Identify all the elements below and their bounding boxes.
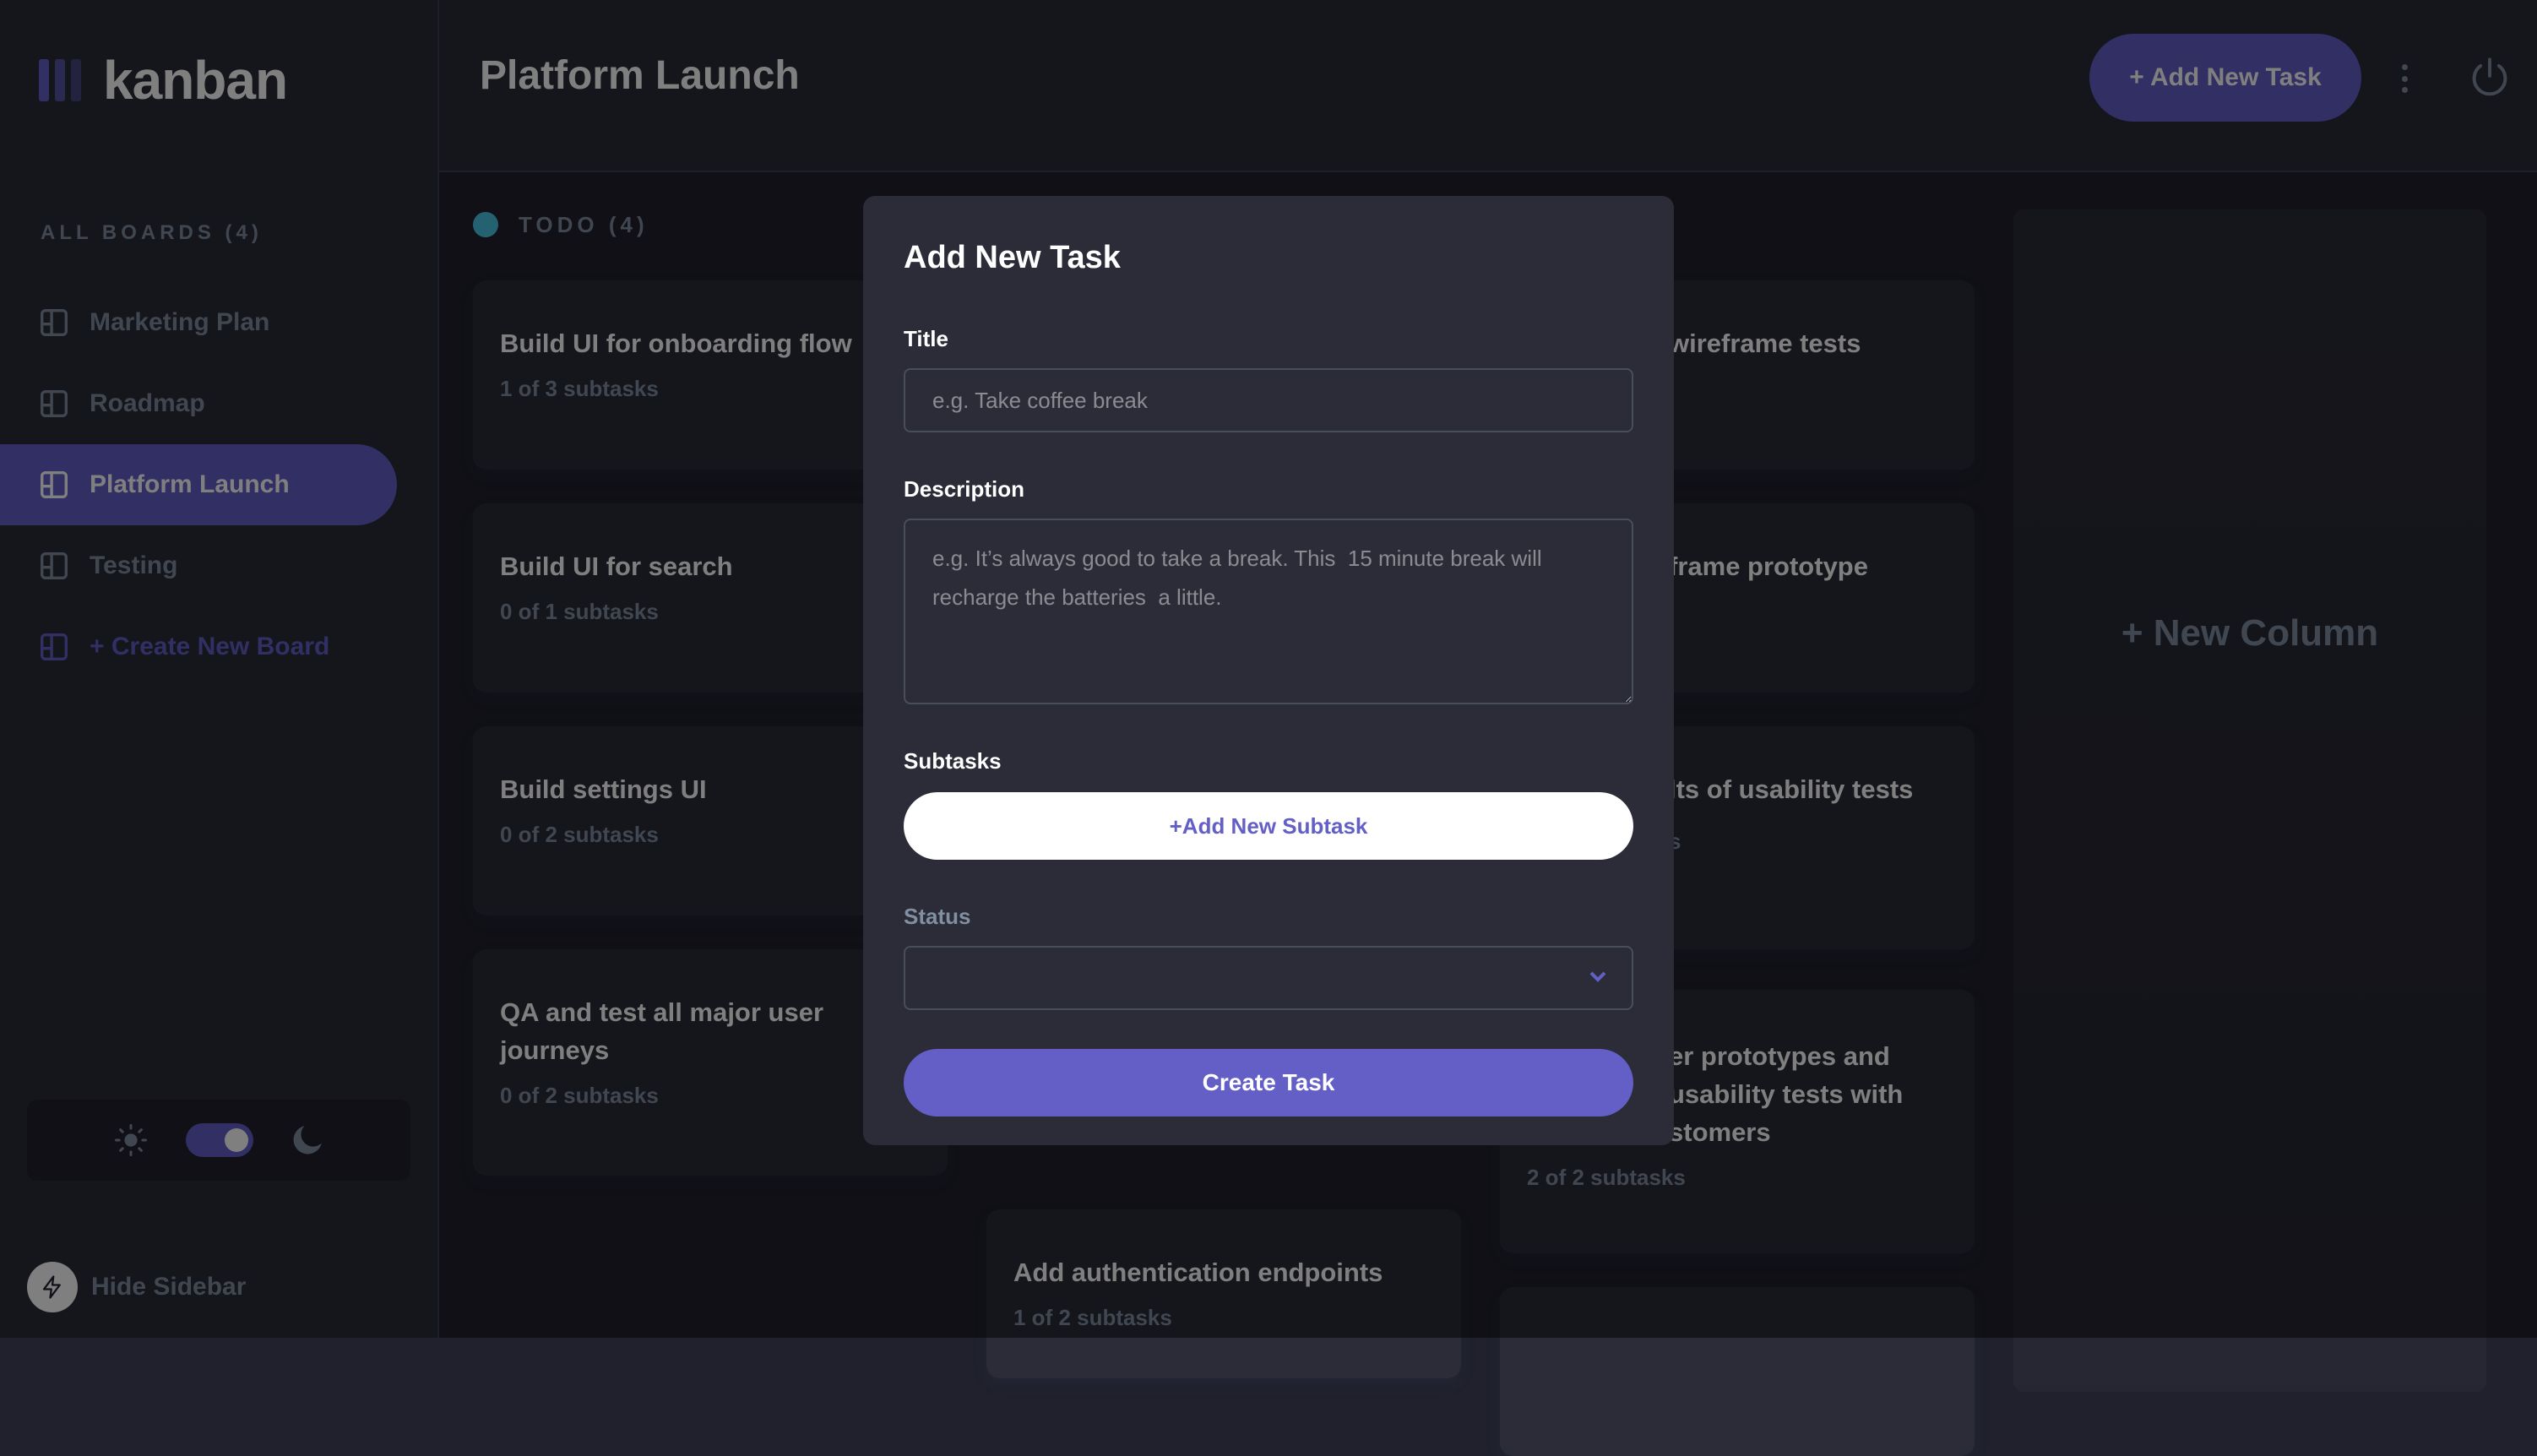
status-select[interactable]: [904, 946, 1633, 1010]
description-textarea[interactable]: [904, 519, 1633, 704]
title-input[interactable]: [904, 368, 1633, 432]
add-new-subtask-button[interactable]: +Add New Subtask: [904, 792, 1633, 860]
subtasks-label: Subtasks: [904, 748, 1002, 774]
description-label: Description: [904, 476, 1025, 502]
modal-title: Add New Task: [904, 240, 1121, 275]
status-label: Status: [904, 904, 971, 929]
create-task-button[interactable]: Create Task: [904, 1049, 1633, 1116]
add-task-modal: Add New Task Title Description Subtasks …: [863, 196, 1674, 1145]
chevron-down-icon: [1589, 971, 1606, 982]
title-label: Title: [904, 326, 948, 351]
